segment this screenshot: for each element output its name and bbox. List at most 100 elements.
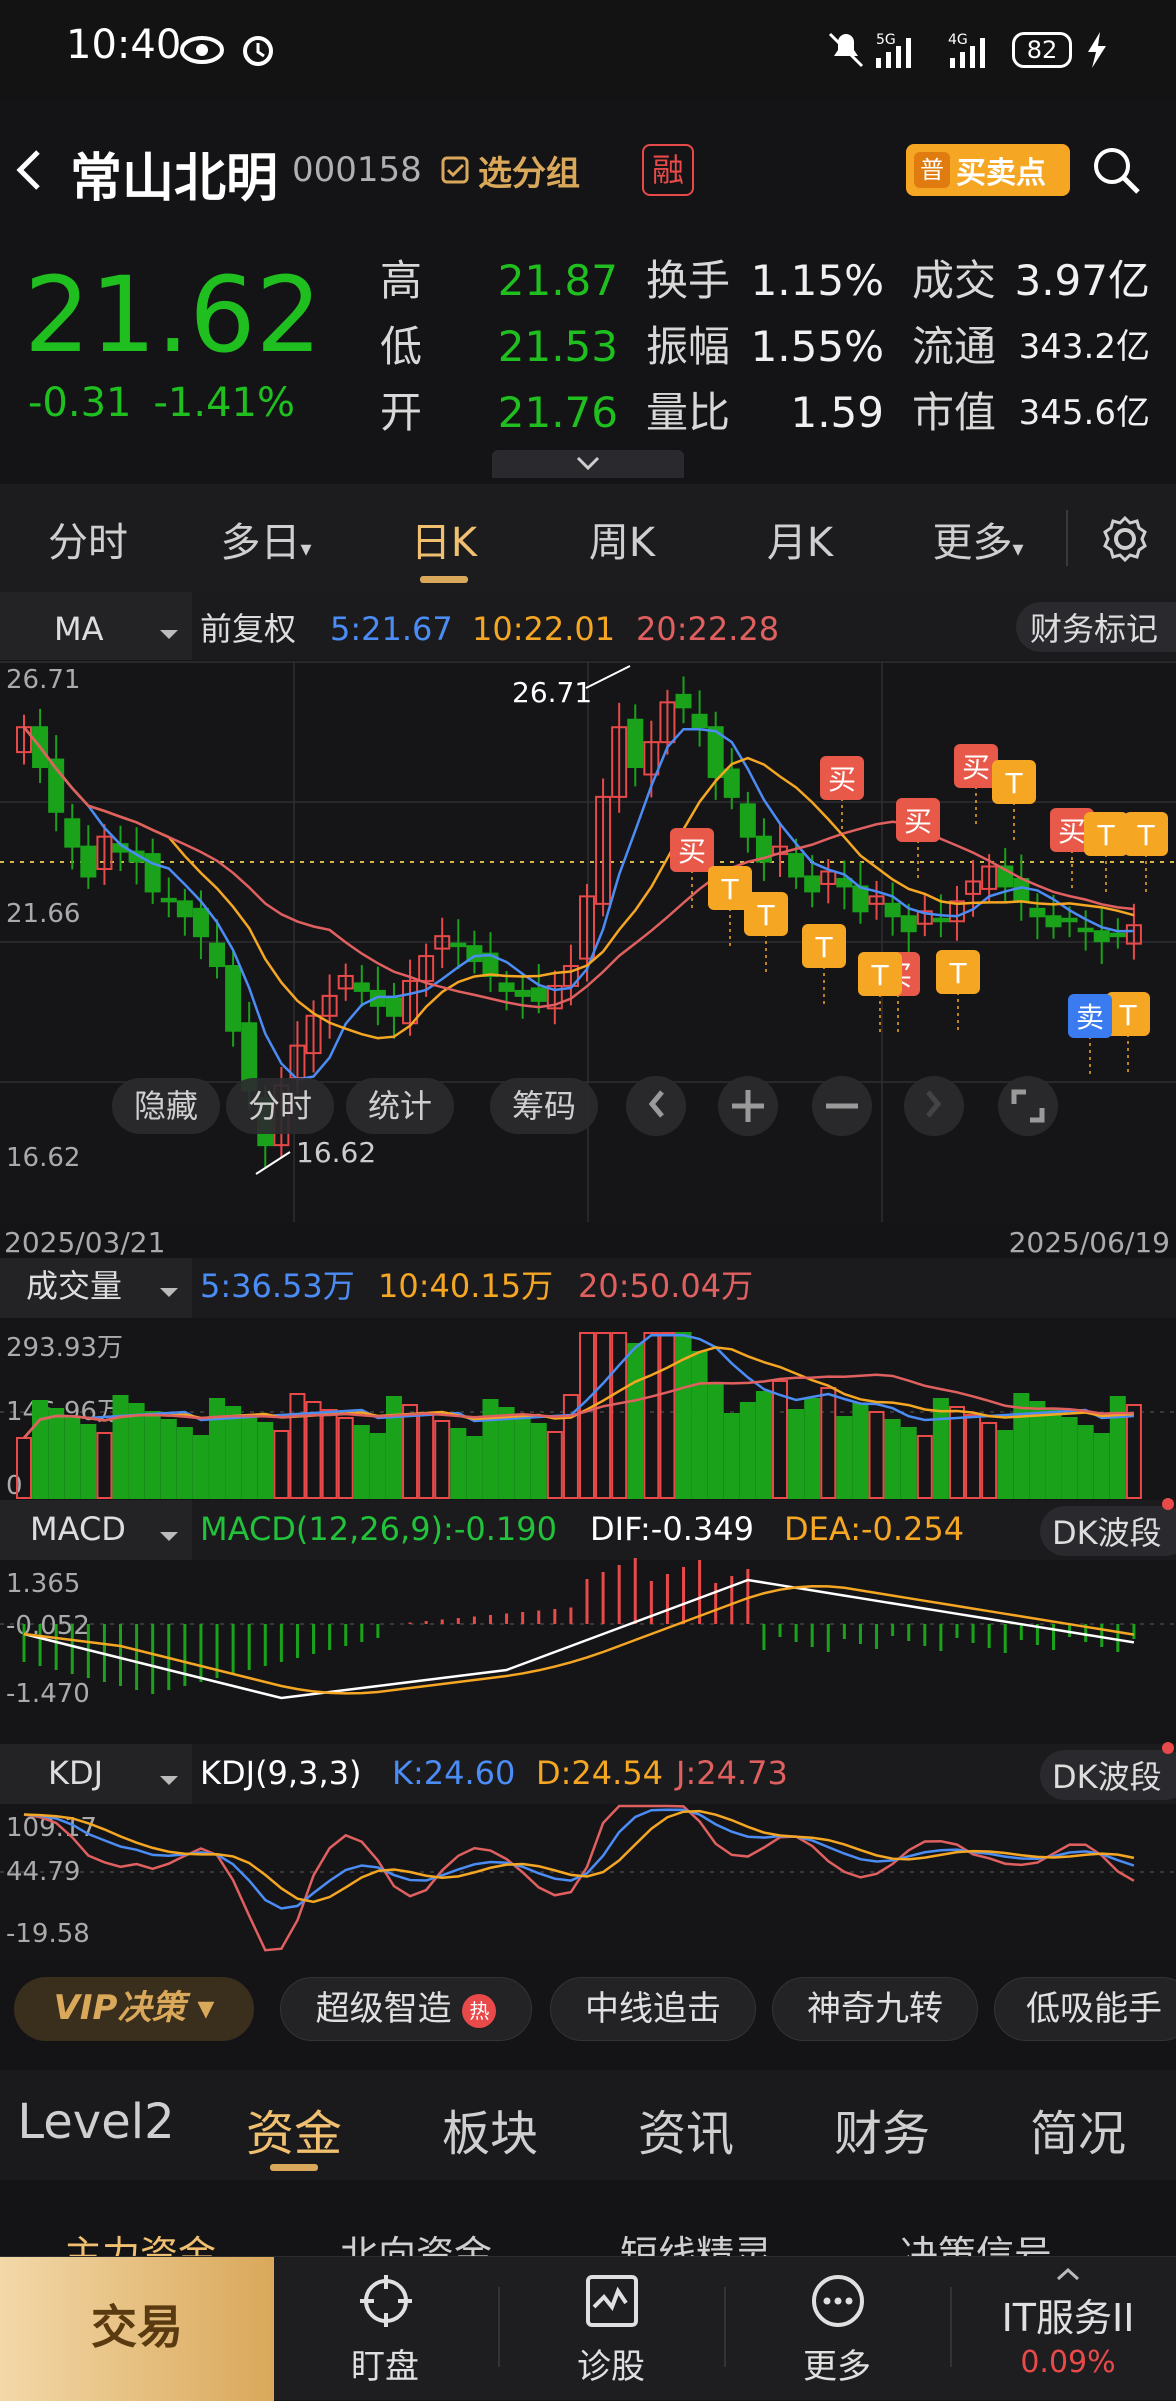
volume-bar <box>1045 1409 1062 1499</box>
tab-label: 分时 <box>48 520 128 566</box>
nav-more[interactable]: 更多 <box>752 2257 922 2401</box>
volume-bar <box>353 1425 370 1499</box>
volume-bar <box>466 1436 483 1499</box>
detail-tab-2[interactable]: 板块 <box>390 2094 590 2164</box>
detail-tab-1[interactable]: 资金 <box>194 2094 394 2164</box>
volume-bar <box>530 1423 547 1499</box>
back-arrow-icon[interactable] <box>14 148 44 192</box>
tab-1[interactable]: 多日▾ <box>186 510 346 568</box>
signal-label: T <box>1136 819 1155 852</box>
fq-label: 前复权 <box>200 610 296 648</box>
change-value: -0.31 <box>28 380 132 426</box>
checkbox-icon <box>441 156 469 184</box>
status-bar: 10:40 5G 4G 82 <box>0 0 1176 100</box>
volume-bar <box>997 1430 1014 1499</box>
tab-5[interactable]: 更多▾ <box>898 510 1058 568</box>
volume-bar <box>32 1400 49 1499</box>
candle-body <box>192 907 209 938</box>
change-percent: -1.41% <box>153 380 296 426</box>
tab-4[interactable]: 月K <box>720 510 880 568</box>
candle-body <box>450 942 467 948</box>
volume-bar <box>289 1393 306 1499</box>
nav-diagnose[interactable]: 诊股 <box>526 2257 696 2401</box>
tab-3[interactable]: 周K <box>542 510 702 568</box>
volume-bar <box>1093 1433 1110 1499</box>
date-end: 2025/06/19 <box>1009 1226 1170 1259</box>
margin-badge[interactable]: 融 <box>642 144 694 196</box>
strategy-chip-4[interactable]: 低吸能手 <box>994 1977 1176 2041</box>
signal-label: 买 <box>1058 815 1086 848</box>
trade-button[interactable]: 交易 <box>0 2257 274 2401</box>
chip-label: 低吸能手 <box>1026 1989 1162 2029</box>
candle-body <box>1093 930 1110 943</box>
vol-ma5: 5:36.53万 <box>200 1267 355 1305</box>
sub-tab-3[interactable]: 决策信号 <box>900 2224 1052 2258</box>
candle-body <box>209 942 226 968</box>
signal-label: T <box>1004 767 1023 800</box>
vol-y-high: 293.93万 <box>6 1333 123 1363</box>
mute-icon <box>828 32 864 68</box>
buy-sell-points-button[interactable]: 普 买卖点 <box>906 144 1070 196</box>
candle-body <box>498 982 515 992</box>
signal-icons: 5G <box>828 32 911 68</box>
y-axis-mid: 21.66 <box>6 899 80 929</box>
status-icons-left <box>180 36 273 66</box>
sub-tab-0[interactable]: 主力资金 <box>64 2224 216 2258</box>
strategy-chip-2[interactable]: 中线追击 <box>550 1977 756 2041</box>
strategy-chip-1[interactable]: 超级智造 热 <box>280 1977 532 2041</box>
candle-body <box>64 818 81 848</box>
index-ticker[interactable]: IT服务II 0.09% <box>960 2257 1176 2401</box>
volume-bar <box>48 1408 65 1499</box>
quote-v3: 345.6亿 <box>1018 393 1150 433</box>
search-icon[interactable] <box>1092 146 1142 196</box>
quote-k1: 高 <box>380 256 423 305</box>
top-bar: 常山北明 000158 选分组 融 普 买卖点 <box>0 112 1176 222</box>
volume-bar <box>1013 1393 1030 1499</box>
tab-2[interactable]: 日K <box>364 510 524 568</box>
battery-icon: 82 <box>1012 32 1072 68</box>
kdj-y-mid: 44.79 <box>6 1857 80 1887</box>
vip-decision-button[interactable]: VIP决策 ▾ <box>14 1977 254 2041</box>
detail-tab-0[interactable]: Level2 <box>0 2094 196 2150</box>
volume-bar <box>96 1432 113 1499</box>
volume-bar <box>257 1422 274 1499</box>
volume-bar <box>948 1406 965 1499</box>
kdj-j: J:24.73 <box>674 1754 788 1792</box>
tab-label: 月K <box>766 520 834 566</box>
quote-v1: 21.53 <box>497 322 618 371</box>
volume-bar <box>385 1396 402 1499</box>
nav-label: 更多 <box>803 2347 871 2387</box>
strategy-chip-3[interactable]: 神奇九转 <box>772 1977 978 2041</box>
ma5-value: 5:21.67 <box>330 610 453 648</box>
ma20-value: 20:22.28 <box>636 610 779 648</box>
kline-chart-svg[interactable]: MAMA前复权5:21.6710:22.0120:22.28财务标记26.712… <box>0 592 1176 1962</box>
quote-v2: 1.55% <box>750 322 884 371</box>
volume-bar <box>321 1409 338 1499</box>
select-group-button[interactable]: 选分组 <box>440 148 580 194</box>
quote-k3: 市值 <box>912 388 997 437</box>
candle-body <box>900 915 917 933</box>
settings-gear-icon[interactable] <box>1100 514 1150 564</box>
candle-body <box>804 875 821 893</box>
tab-label: 周K <box>588 520 656 566</box>
volume-bar <box>241 1414 258 1499</box>
chip-label: 中线追击 <box>585 1989 721 2029</box>
nav-watch[interactable]: 盯盘 <box>300 2257 470 2401</box>
notification-dot <box>1162 1742 1174 1754</box>
date-axis-bg <box>0 1222 1176 1258</box>
volume-bar <box>402 1404 419 1499</box>
expand-handle[interactable] <box>492 450 684 478</box>
chip-label: 超级智造 <box>315 1989 452 2029</box>
detail-tab-3[interactable]: 资讯 <box>586 2094 786 2164</box>
detail-tab-5[interactable]: 简况 <box>978 2094 1176 2164</box>
select-group-label: 选分组 <box>478 153 580 194</box>
detail-tab-4[interactable]: 财务 <box>782 2094 982 2164</box>
sub-tab-2[interactable]: 短线精灵 <box>620 2224 772 2258</box>
fullscreen-button[interactable] <box>998 1076 1058 1136</box>
sub-tab-1[interactable]: 北向资金 <box>340 2224 492 2258</box>
candle-body <box>385 997 402 1017</box>
tab-0[interactable]: 分时 <box>8 510 168 568</box>
volume-bar <box>128 1403 145 1499</box>
y-axis-high: 26.71 <box>6 665 80 695</box>
volume-bar <box>160 1419 177 1499</box>
